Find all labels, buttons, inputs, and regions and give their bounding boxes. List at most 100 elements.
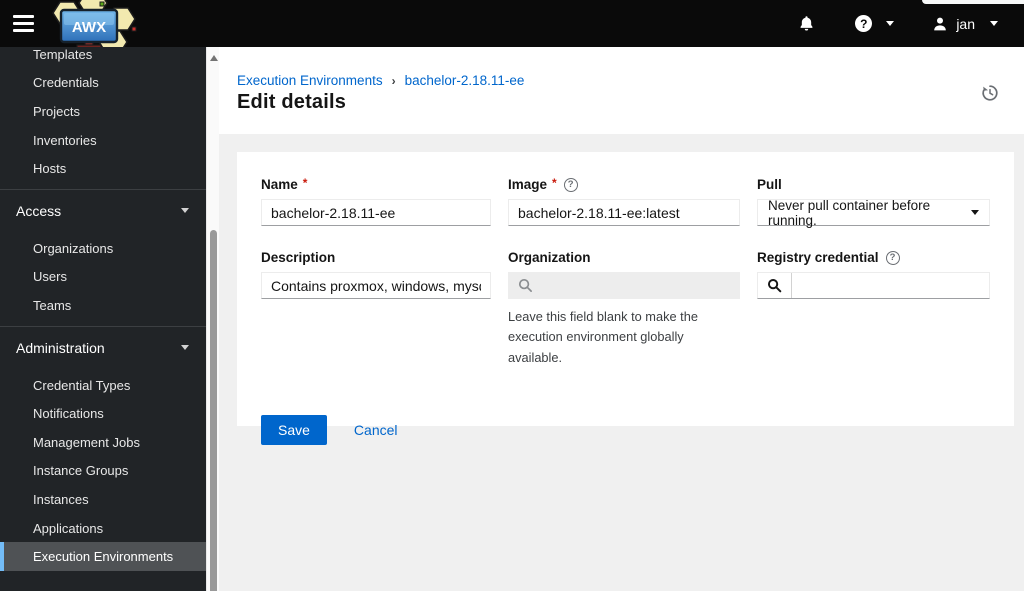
sidebar-item-templates[interactable]: Templates <box>0 47 207 69</box>
pull-label-text: Pull <box>757 177 782 192</box>
sidebar-item-projects[interactable]: Projects <box>0 97 207 126</box>
sidebar-item-label: Notifications <box>33 406 104 422</box>
sidebar-item-label: Inventories <box>33 132 97 148</box>
registry-credential-lookup <box>757 272 990 299</box>
page-header: Execution Environments › bachelor-2.18.1… <box>219 47 1024 134</box>
awx-logo[interactable]: AWX <box>48 0 138 47</box>
sidebar-item-label: Instance Groups <box>33 463 129 479</box>
sidebar-item-notifications[interactable]: Notifications <box>0 399 207 428</box>
organization-helper-text: Leave this field blank to make the execu… <box>508 309 698 365</box>
sidebar-item-teams[interactable]: Teams <box>0 291 207 320</box>
user-name-label: jan <box>956 15 975 32</box>
field-pull: Pull Never pull container before running… <box>757 177 990 228</box>
scrollbar-thumb[interactable] <box>210 230 217 591</box>
pull-selected-option: Never pull container before running. <box>768 197 931 228</box>
sidebar-item-label: Execution Environments <box>33 549 174 565</box>
field-description: Description <box>261 250 491 368</box>
sidebar-group-access-items: Organizations Users Teams <box>0 232 207 320</box>
description-label: Description <box>261 250 491 265</box>
breadcrumb: Execution Environments › bachelor-2.18.1… <box>237 73 524 88</box>
organization-label: Organization <box>508 250 740 265</box>
sidebar-item-instance-groups[interactable]: Instance Groups <box>0 457 207 486</box>
organization-label-text: Organization <box>508 250 591 265</box>
image-label-text: Image <box>508 177 548 192</box>
edit-details-card: Name * Image * ? Pull Ne <box>237 152 1014 446</box>
image-help-icon[interactable]: ? <box>563 177 578 192</box>
organization-lookup[interactable] <box>508 272 740 299</box>
masthead: AWX ? jan <box>0 0 1024 47</box>
sidebar-item-credentials[interactable]: Credentials <box>0 69 207 98</box>
sidebar-item-hosts[interactable]: Hosts <box>0 154 207 183</box>
name-input[interactable] <box>261 199 491 226</box>
help-glyph: ? <box>889 252 896 263</box>
help-caret-down-icon <box>886 21 895 26</box>
edit-details-form: Name * Image * ? Pull Ne <box>261 175 990 368</box>
image-input[interactable] <box>508 199 740 226</box>
awx-logo-graphic: AWX <box>52 0 137 47</box>
sidebar-item-label: Users <box>33 269 67 285</box>
user-icon <box>934 17 947 30</box>
required-asterisk: * <box>552 175 557 190</box>
field-name: Name * <box>261 175 491 226</box>
main-content: Execution Environments › bachelor-2.18.1… <box>219 47 1024 591</box>
registry-credential-label: Registry credential ? <box>757 250 990 265</box>
user-menu[interactable]: jan <box>932 16 998 32</box>
sidebar-group-access[interactable]: Access <box>0 190 207 232</box>
scrollbar-up-arrow-icon[interactable] <box>210 55 218 61</box>
organization-input[interactable] <box>533 277 730 294</box>
pull-select[interactable]: Never pull container before running. <box>757 197 990 228</box>
save-button[interactable]: Save <box>261 415 327 446</box>
sidebar-item-label: Management Jobs <box>33 434 140 450</box>
registry-credential-search-button[interactable] <box>758 273 792 298</box>
sidebar-item-label: Hosts <box>33 161 67 177</box>
registry-credential-label-text: Registry credential <box>757 250 879 265</box>
sidebar-scrollbar[interactable] <box>206 47 219 591</box>
help-glyph: ? <box>567 179 574 190</box>
pull-label: Pull <box>757 177 990 192</box>
user-caret-down-icon <box>990 21 998 26</box>
sidebar-item-label: Templates <box>33 47 93 62</box>
registry-credential-input[interactable] <box>792 273 989 298</box>
sidebar-item-label: Organizations <box>33 240 114 256</box>
sidebar-group-administration[interactable]: Administration <box>0 327 207 369</box>
notifications-bell-icon[interactable] <box>798 15 815 32</box>
search-icon <box>767 278 782 293</box>
description-input[interactable] <box>261 272 491 299</box>
select-caret-down-icon <box>971 210 979 215</box>
help-question-glyph: ? <box>860 16 868 31</box>
breadcrumb-link-current-ee[interactable]: bachelor-2.18.11-ee <box>405 73 525 88</box>
form-actions: Save Cancel <box>261 415 990 446</box>
sidebar-item-credential-types[interactable]: Credential Types <box>0 371 207 400</box>
sidebar-item-users[interactable]: Users <box>0 263 207 292</box>
search-icon <box>518 278 532 292</box>
browser-overlay-sliver <box>922 0 1024 4</box>
sidebar-item-execution-environments[interactable]: Execution Environments <box>0 542 207 571</box>
cancel-button[interactable]: Cancel <box>354 422 398 438</box>
masthead-actions: ? jan <box>798 0 998 47</box>
sidebar-item-label: Teams <box>33 297 72 313</box>
help-menu[interactable]: ? <box>855 15 895 32</box>
sidebar-item-inventories[interactable]: Inventories <box>0 126 207 155</box>
name-label: Name * <box>261 175 491 193</box>
sidebar-item-organizations[interactable]: Organizations <box>0 234 207 263</box>
sidebar-item-label: Credentials <box>33 75 99 91</box>
registry-credential-help-icon[interactable]: ? <box>885 250 900 265</box>
help-question-icon: ? <box>855 15 873 32</box>
sidebar-nav: Templates Credentials Projects Inventori… <box>0 47 207 591</box>
sidebar-nav-list: Templates Credentials Projects Inventori… <box>0 47 207 571</box>
field-image: Image * ? <box>508 175 740 226</box>
sidebar-item-label: Instances <box>33 491 89 507</box>
name-label-text: Name <box>261 177 298 192</box>
required-asterisk: * <box>302 175 308 190</box>
sidebar-group-label: Administration <box>16 339 105 356</box>
sidebar-item-instances[interactable]: Instances <box>0 485 207 514</box>
image-label: Image * ? <box>508 175 740 192</box>
field-organization: Organization Leave this field blank to m… <box>508 250 740 368</box>
nav-toggle-hamburger-icon[interactable] <box>0 0 46 47</box>
sidebar-item-management-jobs[interactable]: Management Jobs <box>0 428 207 457</box>
breadcrumb-link-execution-environments[interactable]: Execution Environments <box>237 73 383 88</box>
history-icon[interactable] <box>981 84 999 102</box>
sidebar-item-label: Credential Types <box>33 377 131 393</box>
sidebar-item-applications[interactable]: Applications <box>0 514 207 543</box>
chevron-down-icon <box>181 208 189 214</box>
